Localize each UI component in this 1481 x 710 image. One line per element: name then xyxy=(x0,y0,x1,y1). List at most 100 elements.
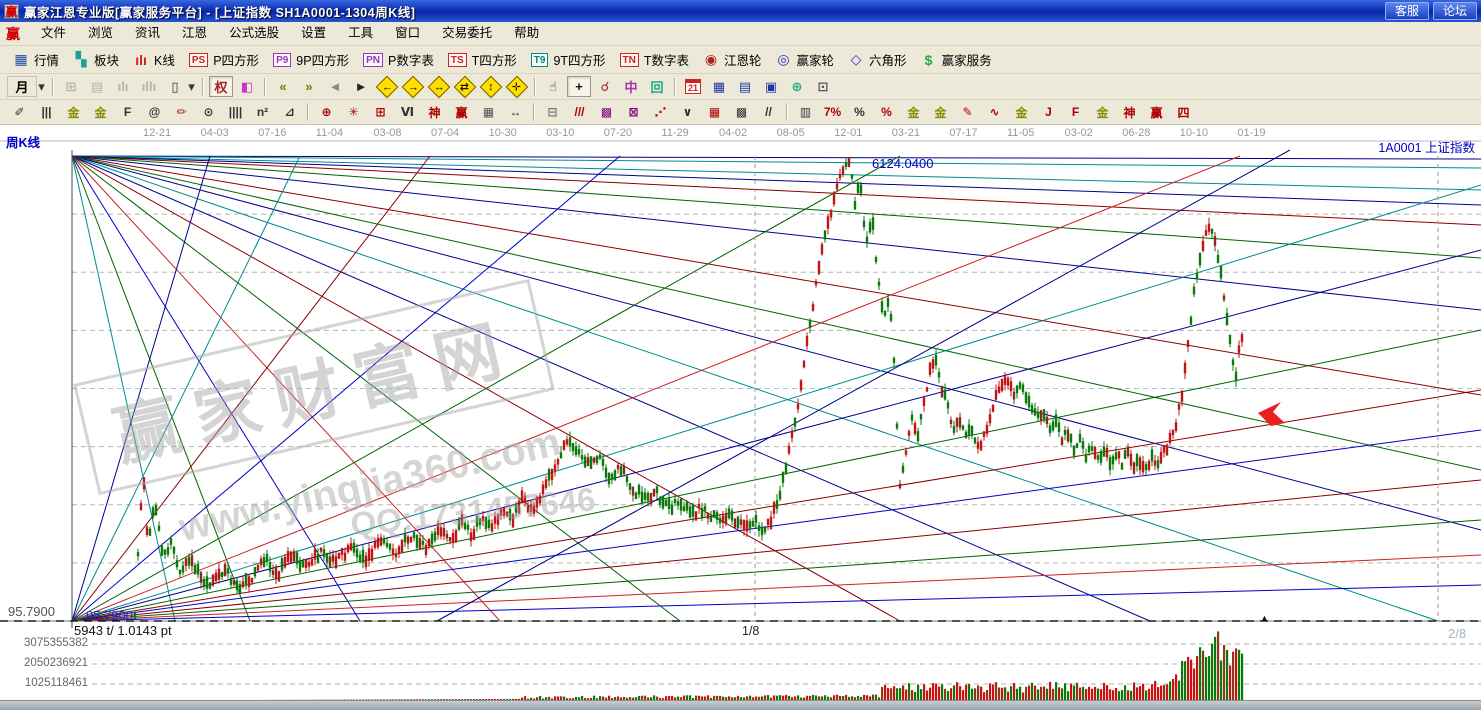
draw-price-grid-tool[interactable]: ▦ xyxy=(476,102,501,122)
t9-square-button[interactable]: T9 9T四方形 xyxy=(531,50,606,69)
menu-file[interactable]: 文件 xyxy=(30,22,77,45)
t-number-table-button[interactable]: TN T数字表 xyxy=(620,50,689,69)
menu-tools[interactable]: 工具 xyxy=(337,22,384,45)
draw-knife-tool[interactable]: ✏ xyxy=(169,102,194,122)
draw-gann-web-tool[interactable]: ✳ xyxy=(341,102,366,122)
draw-mark-tool[interactable]: ✎ xyxy=(955,102,980,122)
draw-gann-grid-tool[interactable]: ⊞ xyxy=(368,102,393,122)
draw-shen-tool[interactable]: 神 xyxy=(422,102,447,122)
last-page-button[interactable]: » xyxy=(297,76,321,97)
draw-gold-line-tool[interactable]: 金 xyxy=(928,102,953,122)
draw-gold-fan-tool[interactable]: 金 xyxy=(1090,102,1115,122)
menu-formula-stock-pick[interactable]: 公式选股 xyxy=(218,22,290,45)
draw-parallel-tool[interactable]: // xyxy=(756,102,781,122)
draw-f-line-tool[interactable]: F xyxy=(1063,102,1088,122)
t-square-button[interactable]: TS T四方形 xyxy=(448,50,517,69)
draw-j-line-tool[interactable]: J xyxy=(1036,102,1061,122)
gann-center-tool-button[interactable]: 中 xyxy=(619,76,643,97)
hexagon-button[interactable]: ◇ 六角形 xyxy=(848,50,907,69)
right9-chart-button[interactable]: ıllı xyxy=(137,76,161,97)
draw-win-fan-tool[interactable]: 赢 xyxy=(1144,102,1169,122)
notes-button[interactable]: ▤ xyxy=(733,76,757,97)
period-month-button[interactable]: 月 xyxy=(7,76,37,97)
draw-hatch-tool[interactable]: ▩ xyxy=(729,102,754,122)
save-button[interactable]: ▣ xyxy=(759,76,783,97)
draw-bars-tool[interactable]: |||| xyxy=(223,102,248,122)
draw-ray-fan-tool[interactable]: /// xyxy=(567,102,592,122)
expand-all-button[interactable]: ✛ xyxy=(506,75,529,98)
sync-time-button[interactable]: ⊕ xyxy=(785,76,809,97)
draw-angle-tool[interactable]: ⊿ xyxy=(277,102,302,122)
draw-pct7-tool[interactable]: 7% xyxy=(820,102,845,122)
draw-shade-box-tool[interactable]: ▩ xyxy=(594,102,619,122)
draw-red-grid-tool[interactable]: ▦ xyxy=(702,102,727,122)
expand-horizontal-button[interactable]: ↔ xyxy=(428,75,451,98)
print-button[interactable]: ⊡ xyxy=(811,76,835,97)
calculator-button[interactable]: ▦ xyxy=(707,76,731,97)
draw-scale-tool[interactable]: ▥ xyxy=(793,102,818,122)
draw-box-tool[interactable]: ⊟ xyxy=(540,102,565,122)
draw-fibonacci-tool[interactable]: F xyxy=(115,102,140,122)
menu-settings[interactable]: 设置 xyxy=(290,22,337,45)
quotes-button[interactable]: ▦ 行情 xyxy=(13,50,59,69)
draw-gold-circle-tool[interactable]: 金 xyxy=(901,102,926,122)
draw-spiral-tool[interactable]: @ xyxy=(142,102,167,122)
info-f10-button[interactable]: ▤ xyxy=(85,76,109,97)
shrink-left-button[interactable]: ← xyxy=(376,75,399,98)
restore-rights-button[interactable]: 权 xyxy=(209,76,233,97)
draw-cross-box-tool[interactable]: ⊠ xyxy=(621,102,646,122)
candle-dropdown-arrow-icon[interactable]: ▾ xyxy=(186,76,197,97)
pattern-tool-button[interactable]: 回 xyxy=(645,76,669,97)
gann-wheel-button[interactable]: ◉ 江恩轮 xyxy=(703,50,762,69)
menu-news[interactable]: 资讯 xyxy=(124,22,171,45)
p-number-table-button[interactable]: PN P数字表 xyxy=(363,50,434,69)
draw-si-fan-tool[interactable]: 四 xyxy=(1171,102,1196,122)
draw-square-n2-tool[interactable]: n² xyxy=(250,102,275,122)
period-dropdown-arrow-icon[interactable]: ▾ xyxy=(36,76,47,97)
menu-browse[interactable]: 浏览 xyxy=(77,22,124,45)
draw-wave-tool[interactable]: ∿ xyxy=(982,102,1007,122)
draw-zigzag-tool[interactable]: ∨ xyxy=(675,102,700,122)
expand-vertical-button[interactable]: ↕ xyxy=(480,75,503,98)
prev-bar-button[interactable]: ◄ xyxy=(323,76,347,97)
zoom-tool-button[interactable]: ☌ xyxy=(593,76,617,97)
draw-shen-fan-tool[interactable]: 神 xyxy=(1117,102,1142,122)
draw-trendline-tool[interactable]: ✐ xyxy=(7,102,32,122)
menu-help[interactable]: 帮助 xyxy=(503,22,550,45)
draw-percent-tool[interactable]: % xyxy=(847,102,872,122)
volume-profile-button[interactable]: ◧ xyxy=(235,76,259,97)
first-page-button[interactable]: « xyxy=(271,76,295,97)
minute-chart-button[interactable]: ⊞ xyxy=(59,76,83,97)
draw-grid-lines-tool[interactable]: ||| xyxy=(34,102,59,122)
draw-gold-angle-tool[interactable]: 金 xyxy=(1009,102,1034,122)
calendar-button[interactable]: 21 xyxy=(681,76,705,97)
candle-style-button[interactable]: ▯ xyxy=(163,76,187,97)
kline-button[interactable]: ılı K线 xyxy=(133,50,175,69)
swap-view-button[interactable]: ⇄ xyxy=(454,75,477,98)
right3-chart-button[interactable]: ılı xyxy=(111,76,135,97)
hand-tool-button[interactable]: ☝ xyxy=(541,76,565,97)
draw-percent-line-tool[interactable]: % xyxy=(874,102,899,122)
winner-service-button[interactable]: $ 赢家服务 xyxy=(921,50,992,69)
draw-golden-ext-tool[interactable]: 金 xyxy=(88,102,113,122)
menu-gann[interactable]: 江恩 xyxy=(171,22,218,45)
draw-gann-circle-tool[interactable]: ⊕ xyxy=(314,102,339,122)
horizontal-scrollbar[interactable] xyxy=(0,700,1481,710)
draw-circle-cycle-tool[interactable]: ⊙ xyxy=(196,102,221,122)
p-square-button[interactable]: PS P四方形 xyxy=(189,50,259,69)
forum-button[interactable]: 论坛 xyxy=(1433,2,1477,20)
customer-service-button[interactable]: 客服 xyxy=(1385,2,1429,20)
draw-wave-count-tool[interactable]: Ⅵ xyxy=(395,102,420,122)
draw-win-tool[interactable]: 赢 xyxy=(449,102,474,122)
shift-right-button[interactable]: → xyxy=(402,75,425,98)
menu-window[interactable]: 窗口 xyxy=(384,22,431,45)
p9-square-button[interactable]: P9 9P四方形 xyxy=(273,50,349,69)
next-bar-button[interactable]: ► xyxy=(349,76,373,97)
crosshair-tool-button[interactable]: + xyxy=(567,76,591,97)
draw-dots-tool[interactable]: ⋰ xyxy=(648,102,673,122)
sectors-button[interactable]: ▚ 板块 xyxy=(73,50,119,69)
winner-wheel-button[interactable]: ◎ 赢家轮 xyxy=(776,50,835,69)
draw-span-tool[interactable]: ↔ xyxy=(503,102,528,122)
menu-trade-order[interactable]: 交易委托 xyxy=(431,22,503,45)
draw-golden-section-tool[interactable]: 金 xyxy=(61,102,86,122)
